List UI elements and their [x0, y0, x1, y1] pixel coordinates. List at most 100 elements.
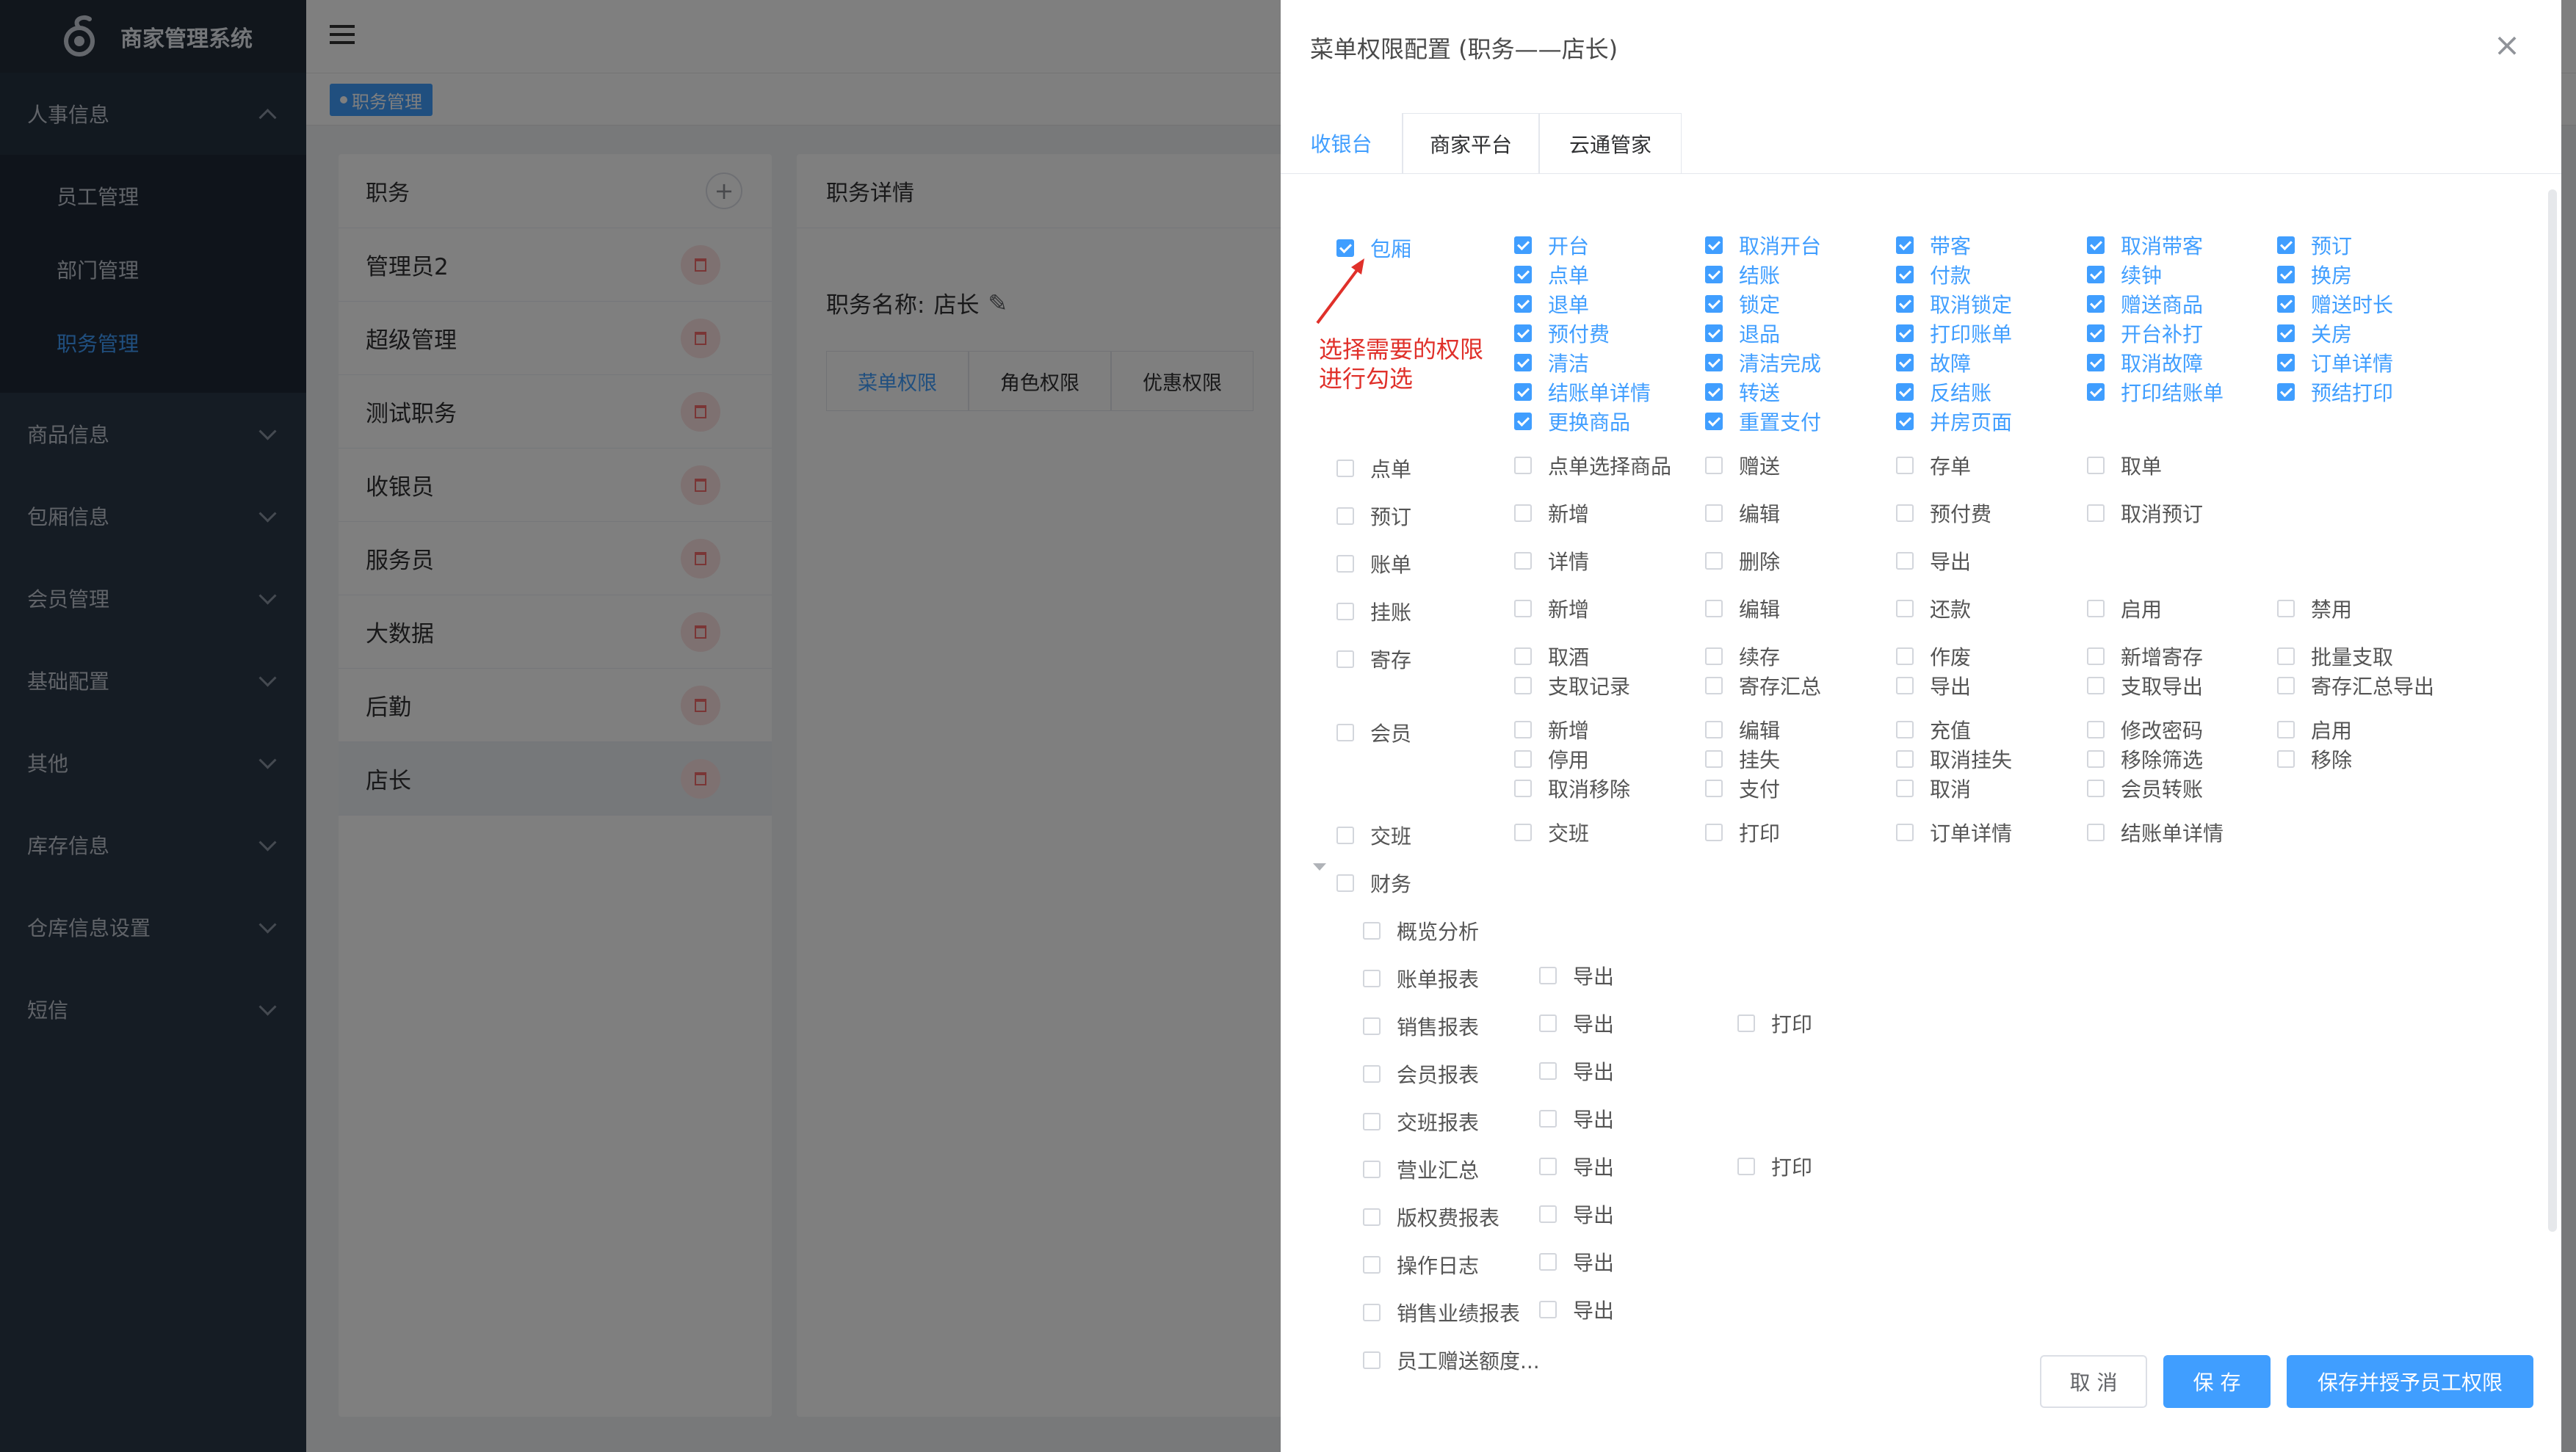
- checkbox-checked-icon[interactable]: [2087, 295, 2105, 313]
- checkbox-empty-icon[interactable]: [1514, 600, 1532, 617]
- checkbox-checked-icon[interactable]: [1896, 324, 1914, 342]
- permission-checkbox[interactable]: 存单: [1896, 451, 1971, 480]
- permission-checkbox[interactable]: 支取记录: [1514, 671, 1630, 700]
- permission-checkbox[interactable]: 批量支取: [2277, 642, 2393, 671]
- checkbox-checked-icon[interactable]: [2087, 354, 2105, 371]
- checkbox-empty-icon[interactable]: [1363, 1208, 1381, 1226]
- permission-checkbox[interactable]: 操作日志: [1363, 1250, 1479, 1279]
- checkbox-empty-icon[interactable]: [2087, 824, 2105, 841]
- permission-checkbox[interactable]: 导出: [1539, 961, 1614, 990]
- permission-checkbox[interactable]: 营业汇总: [1363, 1155, 1479, 1184]
- permission-checkbox[interactable]: 结账: [1705, 260, 1780, 289]
- permission-checkbox[interactable]: 取消开台: [1705, 230, 1821, 260]
- permission-checkbox[interactable]: 版权费报表: [1363, 1202, 1499, 1232]
- checkbox-empty-icon[interactable]: [1705, 780, 1723, 797]
- permission-checkbox[interactable]: 结账单详情: [2087, 818, 2224, 847]
- permission-checkbox[interactable]: 会员: [1336, 718, 1411, 747]
- permission-checkbox[interactable]: 员工赠送额度...: [1363, 1346, 1540, 1375]
- permission-checkbox[interactable]: 点单: [1336, 454, 1411, 483]
- checkbox-checked-icon[interactable]: [1514, 266, 1532, 283]
- checkbox-empty-icon[interactable]: [1705, 600, 1723, 617]
- permission-checkbox[interactable]: 打印: [1737, 1009, 1812, 1038]
- permission-checkbox[interactable]: 故障: [1896, 348, 1971, 377]
- checkbox-checked-icon[interactable]: [1705, 236, 1723, 254]
- permission-checkbox[interactable]: 点单选择商品: [1514, 451, 1671, 480]
- permission-checkbox[interactable]: 换房: [2277, 260, 2352, 289]
- checkbox-empty-icon[interactable]: [2087, 600, 2105, 617]
- tab-cashier[interactable]: 收银台: [1281, 113, 1403, 173]
- permission-checkbox[interactable]: 启用: [2087, 594, 2162, 623]
- checkbox-empty-icon[interactable]: [1896, 552, 1914, 570]
- permission-checkbox[interactable]: 取酒: [1514, 642, 1589, 671]
- permission-checkbox[interactable]: 取消: [1896, 774, 1971, 803]
- permission-checkbox[interactable]: 打印账单: [1896, 319, 2012, 348]
- permission-checkbox[interactable]: 关房: [2277, 319, 2352, 348]
- checkbox-empty-icon[interactable]: [2277, 600, 2295, 617]
- permission-checkbox[interactable]: 重置支付: [1705, 407, 1821, 436]
- checkbox-empty-icon[interactable]: [2087, 504, 2105, 522]
- permission-checkbox[interactable]: 支付: [1705, 774, 1780, 803]
- permission-checkbox[interactable]: 移除筛选: [2087, 744, 2203, 774]
- checkbox-empty-icon[interactable]: [1336, 603, 1354, 620]
- checkbox-empty-icon[interactable]: [1336, 874, 1354, 892]
- checkbox-checked-icon[interactable]: [2087, 266, 2105, 283]
- checkbox-empty-icon[interactable]: [1363, 1256, 1381, 1274]
- permission-checkbox[interactable]: 销售业绩报表: [1363, 1298, 1520, 1327]
- checkbox-checked-icon[interactable]: [1514, 354, 1532, 371]
- checkbox-empty-icon[interactable]: [1363, 1304, 1381, 1321]
- checkbox-empty-icon[interactable]: [1363, 970, 1381, 987]
- permission-checkbox[interactable]: 带客: [1896, 230, 1971, 260]
- permission-checkbox[interactable]: 赠送: [1705, 451, 1780, 480]
- permission-checkbox[interactable]: 开台补打: [2087, 319, 2203, 348]
- permission-checkbox[interactable]: 会员报表: [1363, 1059, 1479, 1089]
- checkbox-empty-icon[interactable]: [2087, 750, 2105, 768]
- permission-checkbox[interactable]: 导出: [1896, 671, 1971, 700]
- permission-checkbox[interactable]: 打印: [1705, 818, 1780, 847]
- checkbox-empty-icon[interactable]: [2087, 780, 2105, 797]
- tab-merchant-platform[interactable]: 商家平台: [1403, 113, 1539, 173]
- permission-checkbox[interactable]: 转送: [1705, 377, 1780, 407]
- caret-down-icon[interactable]: [1313, 863, 1326, 871]
- checkbox-empty-icon[interactable]: [1336, 827, 1354, 844]
- checkbox-checked-icon[interactable]: [1896, 383, 1914, 401]
- permission-checkbox[interactable]: 开台: [1514, 230, 1589, 260]
- permission-checkbox[interactable]: 移除: [2277, 744, 2352, 774]
- checkbox-empty-icon[interactable]: [1539, 1301, 1557, 1318]
- permission-checkbox[interactable]: 清洁: [1514, 348, 1589, 377]
- checkbox-empty-icon[interactable]: [1705, 647, 1723, 665]
- checkbox-checked-icon[interactable]: [1514, 236, 1532, 254]
- save-button[interactable]: 保 存: [2163, 1355, 2271, 1408]
- permission-checkbox[interactable]: 交班: [1514, 818, 1589, 847]
- permission-checkbox[interactable]: 寄存汇总: [1705, 671, 1821, 700]
- checkbox-checked-icon[interactable]: [2087, 236, 2105, 254]
- cancel-button[interactable]: 取 消: [2040, 1355, 2147, 1408]
- checkbox-empty-icon[interactable]: [1539, 1205, 1557, 1223]
- checkbox-empty-icon[interactable]: [1896, 647, 1914, 665]
- checkbox-empty-icon[interactable]: [1705, 721, 1723, 738]
- permission-checkbox[interactable]: 打印结账单: [2087, 377, 2224, 407]
- permission-checkbox[interactable]: 导出: [1539, 1104, 1614, 1133]
- permission-checkbox[interactable]: 账单: [1336, 549, 1411, 578]
- checkbox-checked-icon[interactable]: [2277, 324, 2295, 342]
- checkbox-empty-icon[interactable]: [1363, 922, 1381, 940]
- permission-checkbox[interactable]: 挂失: [1705, 744, 1780, 774]
- checkbox-empty-icon[interactable]: [1539, 1158, 1557, 1175]
- checkbox-empty-icon[interactable]: [2277, 647, 2295, 665]
- permission-checkbox[interactable]: 赠送时长: [2277, 289, 2393, 319]
- permission-checkbox[interactable]: 删除: [1705, 546, 1780, 576]
- checkbox-empty-icon[interactable]: [1514, 721, 1532, 738]
- checkbox-empty-icon[interactable]: [1705, 552, 1723, 570]
- permission-checkbox[interactable]: 导出: [1539, 1199, 1614, 1229]
- checkbox-empty-icon[interactable]: [1363, 1017, 1381, 1035]
- checkbox-empty-icon[interactable]: [1514, 647, 1532, 665]
- permission-checkbox[interactable]: 订单详情: [1896, 818, 2012, 847]
- permission-checkbox[interactable]: 销售报表: [1363, 1012, 1479, 1041]
- permission-checkbox[interactable]: 取单: [2087, 451, 2162, 480]
- checkbox-empty-icon[interactable]: [2087, 457, 2105, 474]
- checkbox-empty-icon[interactable]: [1705, 750, 1723, 768]
- checkbox-empty-icon[interactable]: [1363, 1351, 1381, 1369]
- permission-checkbox[interactable]: 作废: [1896, 642, 1971, 671]
- permission-checkbox[interactable]: 清洁完成: [1705, 348, 1821, 377]
- permission-checkbox[interactable]: 取消带客: [2087, 230, 2203, 260]
- permission-checkbox[interactable]: 打印: [1737, 1152, 1812, 1181]
